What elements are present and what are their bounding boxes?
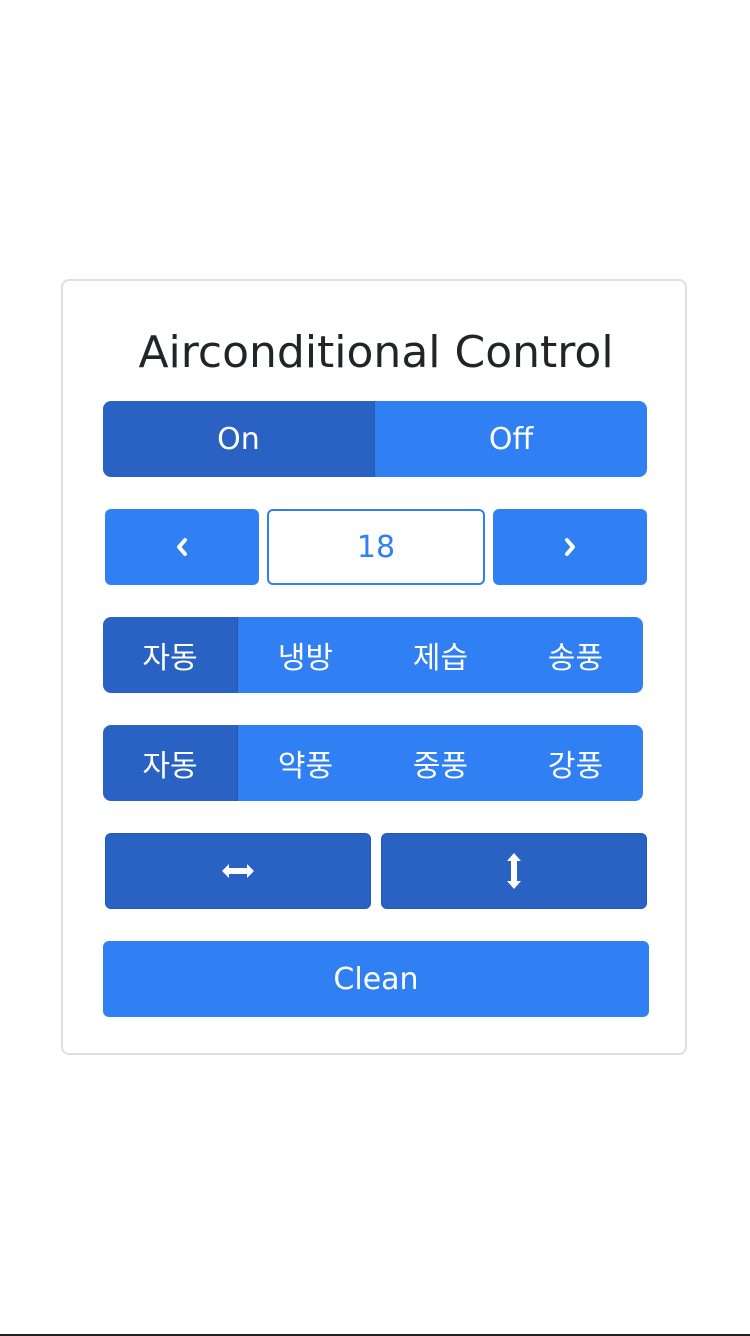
fan-speed-option-low[interactable]: 약풍 [238,725,373,801]
clean-button[interactable]: Clean [103,941,649,1017]
fan-speed-option-high[interactable]: 강풍 [508,725,643,801]
power-toggle-group: On Off [103,401,647,477]
mode-option-cool[interactable]: 냉방 [238,617,373,693]
fan-speed-option-auto[interactable]: 자동 [103,725,238,801]
chevron-right-icon [563,537,577,557]
mode-toggle-group: 자동 냉방 제습 송풍 [103,617,643,693]
arrows-vertical-icon [505,852,523,890]
mode-option-auto[interactable]: 자동 [103,617,238,693]
temperature-decrease-button[interactable] [105,509,259,585]
temperature-value: 18 [267,509,485,585]
power-off-button[interactable]: Off [375,401,647,477]
mode-option-fan[interactable]: 송풍 [508,617,643,693]
control-card: Airconditional Control On Off 18 자동 냉방 제… [61,279,687,1055]
arrows-horizontal-icon [221,862,255,880]
mode-option-dry[interactable]: 제습 [373,617,508,693]
fan-speed-option-medium[interactable]: 중풍 [373,725,508,801]
chevron-left-icon [175,537,189,557]
page-title: Airconditional Control [138,327,614,378]
fan-speed-toggle-group: 자동 약풍 중풍 강풍 [103,725,643,801]
swing-horizontal-button[interactable] [105,833,371,909]
temperature-increase-button[interactable] [493,509,647,585]
power-on-button[interactable]: On [103,401,375,477]
swing-vertical-button[interactable] [381,833,647,909]
